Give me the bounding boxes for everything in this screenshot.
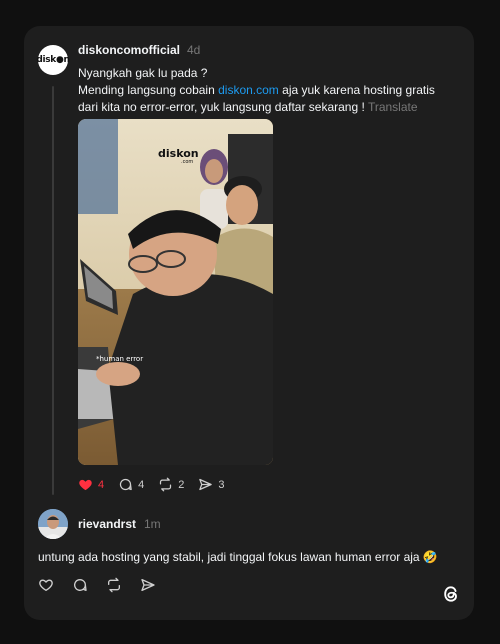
- like-button[interactable]: 4: [78, 477, 104, 492]
- heart-filled-icon: [79, 479, 92, 491]
- repost-icon: [160, 477, 172, 492]
- thread-card: disk●n diskoncomofficial 4d Nyangkah gak…: [24, 26, 474, 620]
- avatar-photo: [38, 509, 68, 539]
- translate-link[interactable]: Translate: [368, 100, 418, 114]
- like-count: 4: [98, 478, 105, 491]
- reply-actions: [38, 577, 174, 593]
- post-body: Nyangkah gak lu pada ? Mending langsung …: [78, 65, 458, 116]
- repost-icon[interactable]: [106, 577, 122, 593]
- reply-author-username[interactable]: rievandrst: [78, 517, 136, 531]
- share-button[interactable]: 3: [198, 477, 225, 492]
- post-text-line-3: dari kita no error-error, yuk langsung d…: [78, 99, 458, 116]
- post-actions: 4 4 2 3: [78, 477, 239, 492]
- reply-author-avatar[interactable]: [38, 509, 68, 539]
- post-video[interactable]: diskon .com *human error: [78, 119, 273, 465]
- comment-icon: [120, 478, 132, 491]
- post-text-segment: dari kita no error-error, yuk langsung d…: [78, 100, 368, 114]
- send-icon: [199, 478, 213, 491]
- post-link[interactable]: diskon.com: [218, 83, 279, 97]
- post-text-line-1: Nyangkah gak lu pada ?: [78, 66, 208, 80]
- post-author-username[interactable]: diskoncomofficial: [78, 43, 180, 57]
- heart-icon[interactable]: [38, 577, 54, 593]
- thread-connector-line: [52, 86, 54, 495]
- send-icon[interactable]: [140, 577, 156, 593]
- repost-count: 2: [178, 478, 185, 491]
- avatar-logo-text: disk●n: [36, 55, 70, 65]
- post-author-avatar[interactable]: disk●n: [36, 45, 70, 75]
- post-text-line-2: Mending langsung cobain diskon.com aja y…: [78, 82, 458, 99]
- video-frame-illustration: diskon .com *human error: [78, 119, 273, 465]
- share-count: 3: [218, 478, 225, 491]
- threads-logo-icon[interactable]: [441, 584, 461, 604]
- post-text-segment: aja yuk karena hosting gratis: [278, 83, 435, 97]
- post-timestamp[interactable]: 4d: [187, 43, 200, 57]
- reply-timestamp[interactable]: 1m: [144, 517, 161, 531]
- repost-button[interactable]: 2: [158, 477, 184, 492]
- comment-icon[interactable]: [72, 577, 88, 593]
- video-logo-sub: .com: [181, 159, 193, 165]
- reply-body: untung ada hosting yang stabil, jadi tin…: [38, 550, 438, 564]
- post-text-segment: Mending langsung cobain: [78, 83, 219, 97]
- reply-button[interactable]: 4: [118, 477, 144, 492]
- video-caption: *human error: [96, 355, 143, 363]
- reply-count: 4: [138, 478, 145, 491]
